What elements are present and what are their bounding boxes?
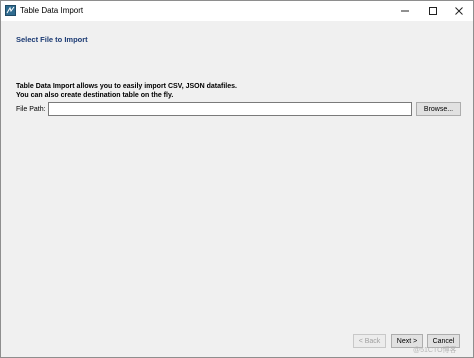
watermark: @51CTO博客 — [413, 347, 457, 354]
file-path-label: File Path: — [16, 106, 46, 113]
window-title: Table Data Import — [20, 6, 84, 15]
close-icon — [455, 7, 463, 15]
file-path-input[interactable] — [48, 102, 412, 116]
import-wizard-window: Table Data Import Select File to Import … — [0, 0, 474, 358]
back-button[interactable]: < Back — [353, 334, 386, 348]
maximize-button[interactable] — [419, 1, 447, 21]
close-button[interactable] — [445, 1, 473, 21]
description-line-2: You can also create destination table on… — [16, 92, 174, 99]
minimize-icon — [401, 10, 409, 12]
title-bar[interactable]: Table Data Import — [1, 1, 473, 21]
browse-button[interactable]: Browse... — [416, 102, 461, 116]
minimize-button[interactable] — [391, 1, 419, 21]
page-description: Table Data Import allows you to easily i… — [16, 82, 237, 100]
page-title: Select File to Import — [16, 35, 88, 44]
mysql-workbench-icon — [5, 5, 16, 16]
description-line-1: Table Data Import allows you to easily i… — [16, 83, 237, 90]
maximize-icon — [429, 7, 437, 15]
